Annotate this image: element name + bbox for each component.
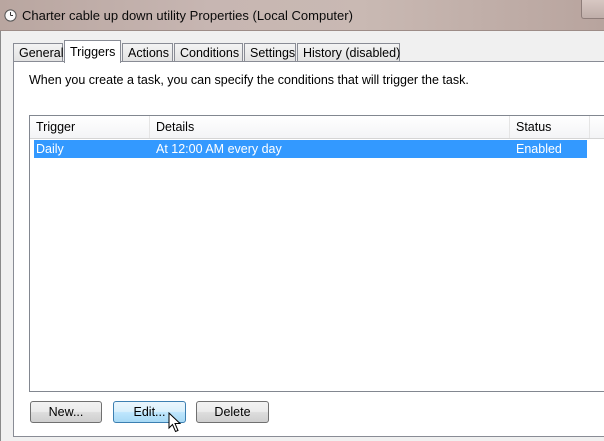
triggers-panel: When you create a task, you can specify … [13, 61, 604, 437]
tab-general[interactable]: General [13, 43, 63, 61]
properties-dialog: General Triggers Actions Conditions Sett… [0, 31, 604, 441]
window-title: Charter cable up down utility Properties… [22, 8, 353, 23]
cell-trigger: Daily [36, 142, 64, 156]
close-button[interactable] [581, 0, 604, 19]
table-row[interactable]: Daily At 12:00 AM every day Enabled [34, 140, 587, 158]
panel-description: When you create a task, you can specify … [29, 73, 469, 87]
tab-conditions[interactable]: Conditions [174, 43, 243, 61]
tab-actions[interactable]: Actions [122, 43, 173, 61]
list-header: Trigger Details Status [30, 116, 604, 139]
triggers-list[interactable]: Trigger Details Status Daily At 12:00 AM… [29, 115, 604, 392]
new-button[interactable]: New... [30, 401, 102, 423]
tab-history[interactable]: History (disabled) [297, 43, 400, 61]
cell-details: At 12:00 AM every day [156, 142, 282, 156]
delete-button[interactable]: Delete [196, 401, 269, 423]
column-header-details[interactable]: Details [150, 116, 510, 138]
tab-triggers[interactable]: Triggers [64, 40, 121, 63]
title-bar[interactable]: Charter cable up down utility Properties… [0, 0, 604, 31]
mouse-cursor-icon [168, 412, 182, 433]
tab-settings[interactable]: Settings [244, 43, 296, 61]
clock-icon [4, 9, 17, 22]
cell-status: Enabled [516, 142, 562, 156]
column-header-trigger[interactable]: Trigger [30, 116, 150, 138]
column-header-status[interactable]: Status [510, 116, 590, 138]
